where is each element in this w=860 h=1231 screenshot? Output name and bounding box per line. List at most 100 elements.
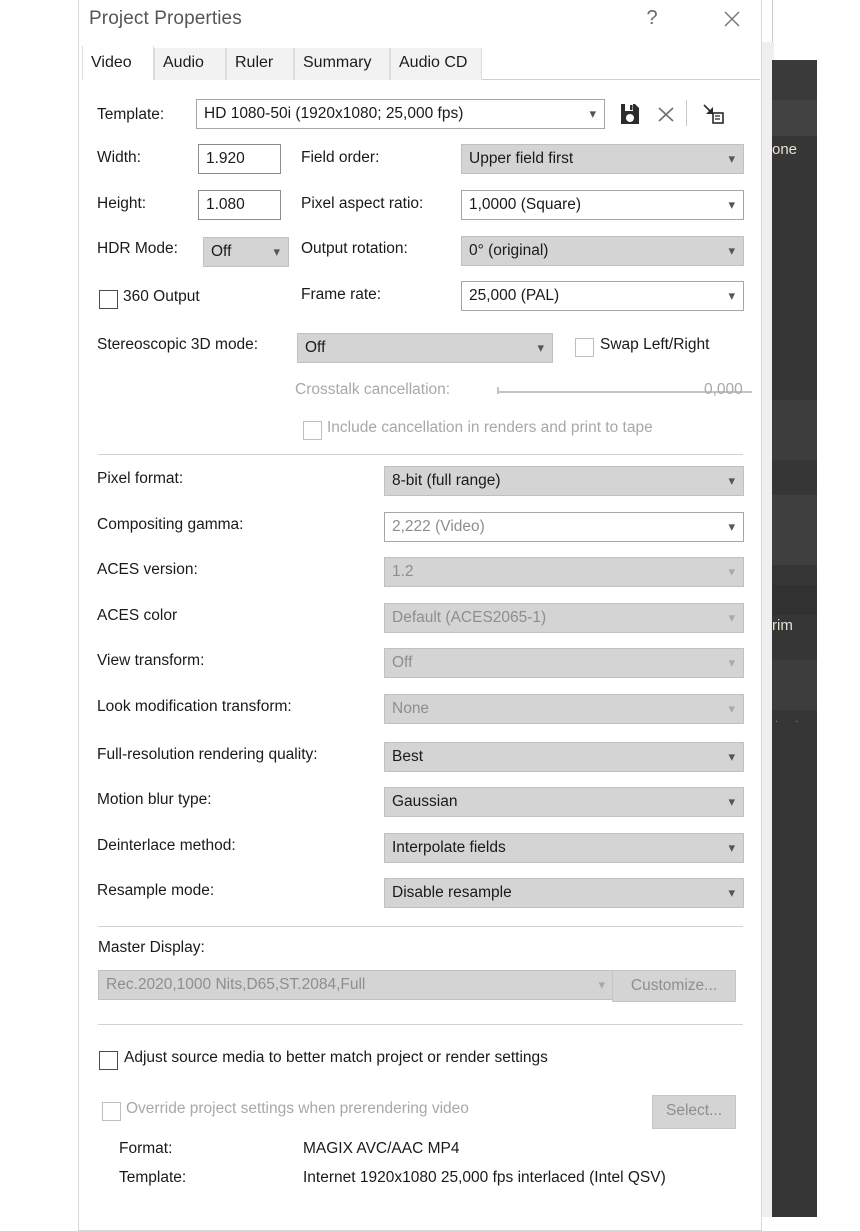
import-template-icon[interactable] xyxy=(701,102,725,131)
help-icon[interactable]: ? xyxy=(632,2,672,34)
aces-version-combobox[interactable]: 1.2 ▾ xyxy=(384,557,744,587)
tab-label: Audio CD xyxy=(399,54,468,71)
toolbar-separator xyxy=(686,100,687,126)
customize-button[interactable]: Customize... xyxy=(612,970,736,1002)
aces-color-value: Default (ACES2065-1) xyxy=(392,609,547,626)
swap-left-right-checkbox[interactable] xyxy=(575,338,594,357)
include-cancellation-checkbox[interactable] xyxy=(303,421,322,440)
close-icon[interactable] xyxy=(712,2,752,34)
background-track-label-rim: rim xyxy=(772,617,793,634)
pixel-aspect-ratio-combobox[interactable]: 1,0000 (Square) ▾ xyxy=(461,190,744,220)
height-input[interactable]: 1.080 xyxy=(198,190,281,220)
import-to-box-glyph xyxy=(703,104,724,124)
aces-version-value: 1.2 xyxy=(392,563,414,580)
width-label: Width: xyxy=(97,149,141,166)
template-combobox[interactable]: HD 1080-50i (1920x1080; 25,000 fps) ▾ xyxy=(196,99,605,129)
background-dots: . . xyxy=(775,713,806,725)
override-prerender-label: Override project settings when prerender… xyxy=(126,1100,469,1117)
hdr-mode-combobox[interactable]: Off ▾ xyxy=(203,237,289,267)
master-display-label: Master Display: xyxy=(98,939,205,956)
compositing-gamma-combobox[interactable]: 2,222 (Video) ▾ xyxy=(384,512,744,542)
width-input[interactable]: 1.920 xyxy=(198,144,281,174)
deinterlace-method-value: Interpolate fields xyxy=(392,839,506,856)
aces-color-combobox[interactable]: Default (ACES2065-1) ▾ xyxy=(384,603,744,633)
field-order-combobox[interactable]: Upper field first ▾ xyxy=(461,144,744,174)
render-template-label: Template: xyxy=(119,1169,187,1186)
output-rotation-value: 0° (original) xyxy=(469,242,549,259)
chevron-down-icon: ▾ xyxy=(728,288,735,303)
pixel-aspect-ratio-label: Pixel aspect ratio: xyxy=(301,195,424,212)
view-transform-label: View transform: xyxy=(97,652,205,669)
tab-ruler[interactable]: Ruler xyxy=(226,48,294,80)
look-modification-transform-value: None xyxy=(392,700,430,717)
full-resolution-rendering-quality-value: Best xyxy=(392,748,424,765)
full-resolution-rendering-quality-combobox[interactable]: Best ▾ xyxy=(384,742,744,772)
resample-mode-label: Resample mode: xyxy=(97,882,215,899)
chevron-down-icon: ▾ xyxy=(728,655,735,670)
chevron-down-icon: ▾ xyxy=(728,885,735,900)
save-template-icon[interactable] xyxy=(619,102,641,131)
background-band xyxy=(772,495,817,565)
divider-2 xyxy=(98,926,743,927)
360-output-label: 360 Output xyxy=(123,288,200,305)
floppy-disk-glyph xyxy=(621,104,639,124)
chevron-down-icon: ▾ xyxy=(589,106,596,121)
height-label: Height: xyxy=(97,195,147,212)
chevron-down-icon: ▾ xyxy=(728,749,735,764)
background-timeline-panel xyxy=(772,60,817,1217)
chevron-down-icon: ▾ xyxy=(728,840,735,855)
motion-blur-type-label: Motion blur type: xyxy=(97,791,212,808)
pixel-aspect-ratio-value: 1,0000 (Square) xyxy=(469,196,582,213)
project-properties-dialog: Project Properties ? Video Audio Ruler S… xyxy=(78,0,762,1231)
tab-label: Summary xyxy=(303,54,372,71)
tab-bar: Video Audio Ruler Summary Audio CD xyxy=(82,44,760,81)
view-transform-combobox[interactable]: Off ▾ xyxy=(384,648,744,678)
stereoscopic-label: Stereoscopic 3D mode: xyxy=(97,336,259,353)
tab-audio-cd[interactable]: Audio CD xyxy=(390,48,482,80)
tab-summary[interactable]: Summary xyxy=(294,48,390,80)
help-glyph: ? xyxy=(646,7,658,29)
chevron-down-icon: ▾ xyxy=(728,151,735,166)
template-label: Template: xyxy=(97,106,165,123)
aces-version-label: ACES version: xyxy=(97,561,198,578)
field-order-value: Upper field first xyxy=(469,150,574,167)
close-x-glyph xyxy=(724,11,740,27)
full-resolution-rendering-quality-label: Full-resolution rendering quality: xyxy=(97,746,318,763)
crosstalk-value: 0,000 xyxy=(704,381,743,398)
chevron-down-icon: ▾ xyxy=(728,243,735,258)
background-band xyxy=(772,660,817,710)
hdr-mode-label: HDR Mode: xyxy=(97,240,178,257)
chevron-down-icon: ▾ xyxy=(728,701,735,716)
delete-template-icon[interactable] xyxy=(655,102,677,131)
resample-mode-combobox[interactable]: Disable resample ▾ xyxy=(384,878,744,908)
delete-x-glyph xyxy=(658,107,674,122)
tab-video[interactable]: Video xyxy=(82,46,154,81)
360-output-checkbox[interactable] xyxy=(99,290,118,309)
background-right-margin xyxy=(817,0,860,1217)
frame-rate-value: 25,000 (PAL) xyxy=(469,287,560,304)
stereoscopic-combobox[interactable]: Off ▾ xyxy=(297,333,553,363)
output-rotation-combobox[interactable]: 0° (original) ▾ xyxy=(461,236,744,266)
pixel-format-combobox[interactable]: 8-bit (full range) ▾ xyxy=(384,466,744,496)
tab-audio[interactable]: Audio xyxy=(154,48,226,80)
view-transform-value: Off xyxy=(392,654,413,671)
aces-color-label: ACES color xyxy=(97,607,178,624)
master-display-combobox[interactable]: Rec.2020,1000 Nits,D65,ST.2084,Full ▾ xyxy=(98,970,614,1000)
crosstalk-label: Crosstalk cancellation: xyxy=(295,381,451,398)
look-modification-transform-combobox[interactable]: None ▾ xyxy=(384,694,744,724)
chevron-down-icon: ▾ xyxy=(728,564,735,579)
adjust-source-media-checkbox[interactable] xyxy=(99,1051,118,1070)
background-band xyxy=(772,100,817,136)
background-band xyxy=(772,400,817,460)
background-band xyxy=(772,585,817,615)
select-button[interactable]: Select... xyxy=(652,1095,736,1129)
format-label: Format: xyxy=(119,1140,173,1157)
render-template-value: Internet 1920x1080 25,000 fps interlaced… xyxy=(303,1169,666,1186)
chevron-down-icon: ▾ xyxy=(273,244,280,259)
tab-label: Video xyxy=(91,54,132,71)
override-prerender-checkbox[interactable] xyxy=(102,1102,121,1121)
motion-blur-type-combobox[interactable]: Gaussian ▾ xyxy=(384,787,744,817)
background-vertical-rule xyxy=(772,0,773,42)
frame-rate-combobox[interactable]: 25,000 (PAL) ▾ xyxy=(461,281,744,311)
deinterlace-method-combobox[interactable]: Interpolate fields ▾ xyxy=(384,833,744,863)
